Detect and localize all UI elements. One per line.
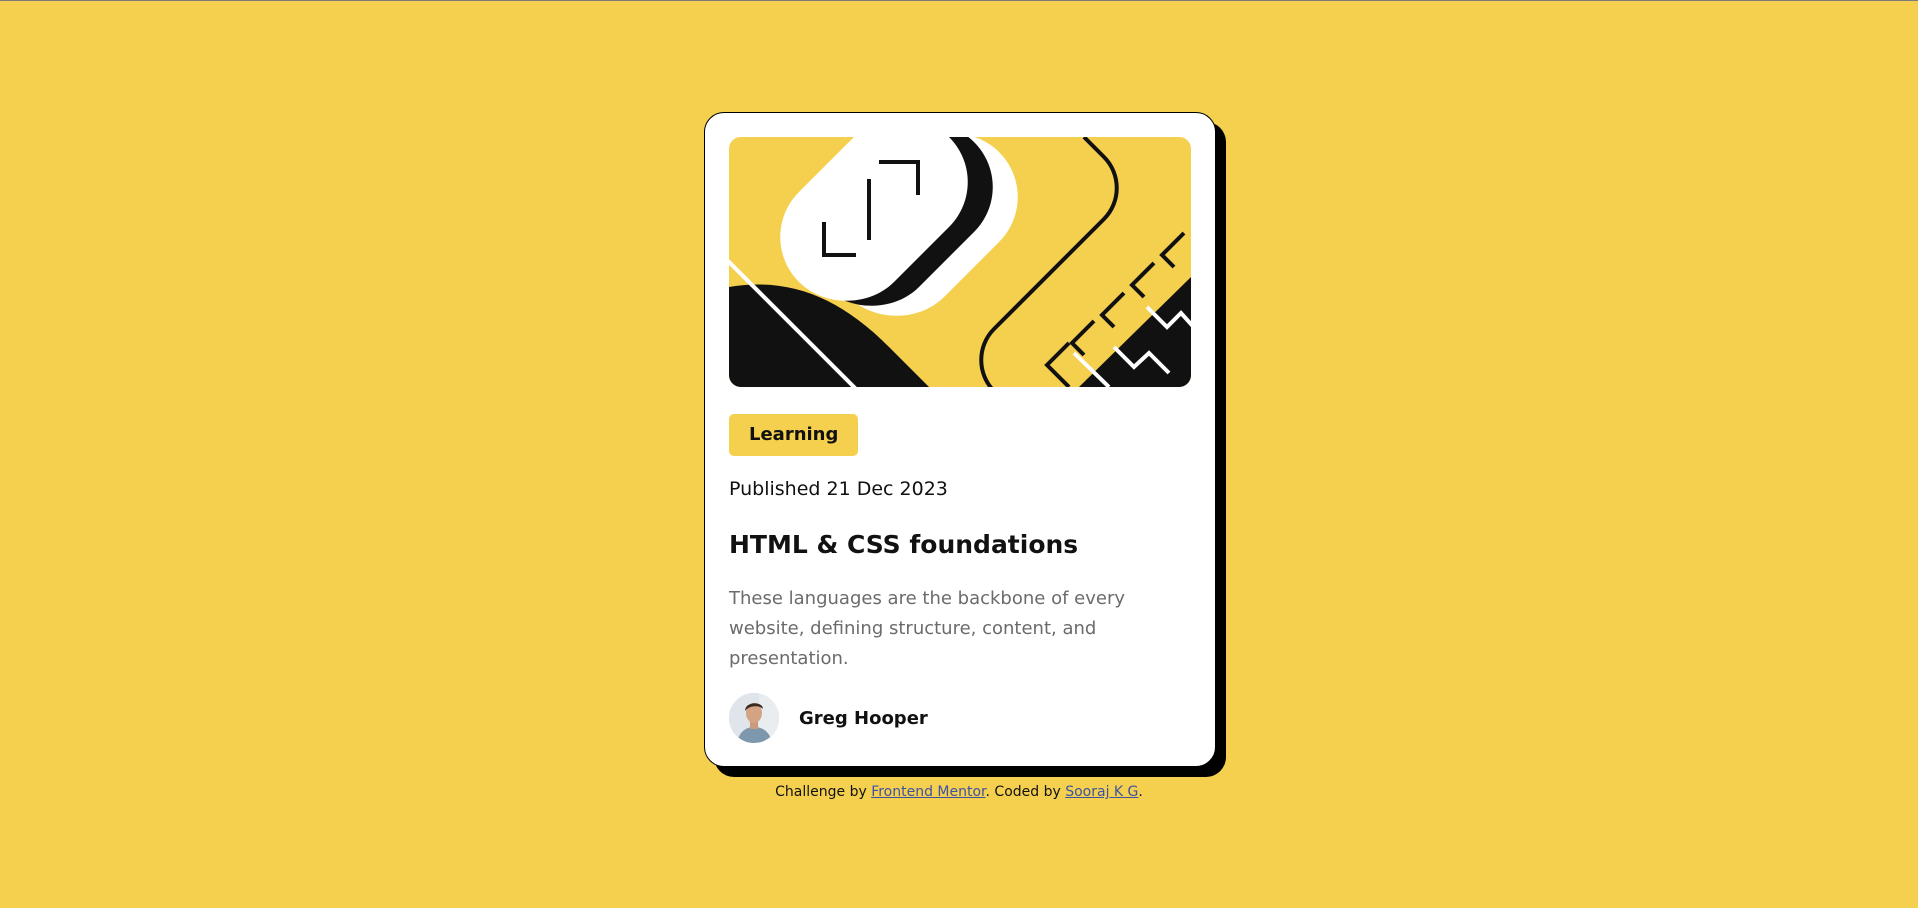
author-avatar-icon xyxy=(729,693,779,743)
hero-illustration xyxy=(729,137,1191,387)
attribution-suffix: . xyxy=(1138,784,1143,800)
attribution-middle: . Coded by xyxy=(985,784,1066,800)
frontend-mentor-link[interactable]: Frontend Mentor xyxy=(871,784,985,800)
author-name: Greg Hooper xyxy=(799,707,928,729)
author: Greg Hooper xyxy=(729,693,928,743)
avatar xyxy=(729,693,779,743)
attribution: Challenge by Frontend Mentor. Coded by S… xyxy=(0,784,1918,800)
blog-card: Learning Published 21 Dec 2023 HTML & CS… xyxy=(704,112,1216,767)
coder-link[interactable]: Sooraj K G xyxy=(1065,784,1138,800)
published-date: Published 21 Dec 2023 xyxy=(729,478,948,500)
category-tag: Learning xyxy=(729,414,859,456)
card-title[interactable]: HTML & CSS foundations xyxy=(729,530,1078,559)
card-description: These languages are the backbone of ever… xyxy=(729,588,1125,669)
attribution-prefix: Challenge by xyxy=(775,784,872,800)
